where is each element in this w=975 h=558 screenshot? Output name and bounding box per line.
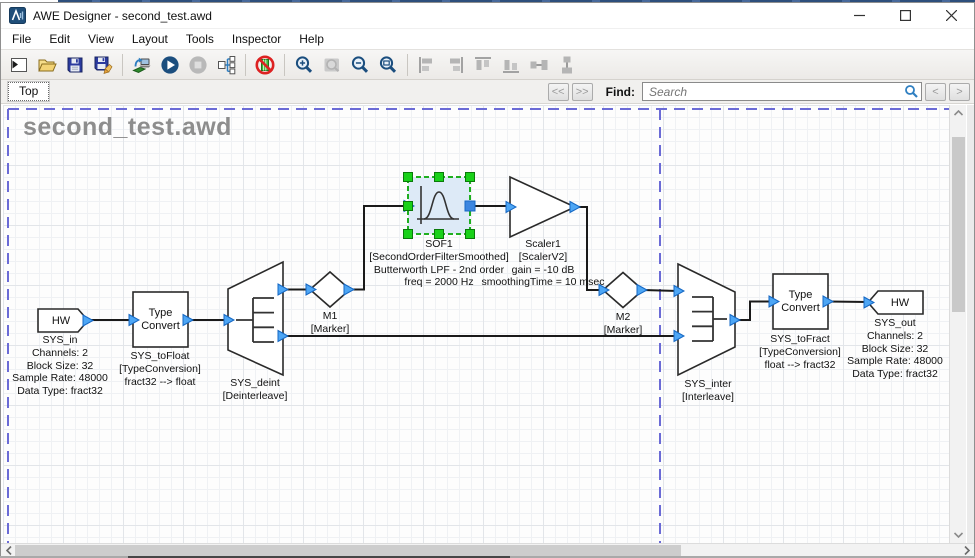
output-pin[interactable] [637, 285, 647, 296]
save-as-button[interactable] [89, 52, 117, 78]
screen: AWE Designer - second_test.awd File Edit… [0, 0, 975, 558]
block-shape-label: Convert [141, 320, 180, 332]
find-prev-button[interactable]: < [925, 83, 946, 101]
block-scaler1[interactable] [506, 177, 580, 237]
zoom-in-button[interactable] [290, 52, 318, 78]
wire[interactable] [735, 302, 773, 321]
app-icon [9, 7, 26, 24]
horizontal-scroll-thumb[interactable] [15, 545, 681, 556]
menu-tools[interactable]: Tools [177, 30, 223, 48]
new-file-button[interactable] [5, 52, 33, 78]
find-next-all-button[interactable]: >> [572, 83, 593, 101]
wire[interactable] [643, 290, 678, 291]
block-shape-label: Type [149, 307, 173, 319]
zoom-region-button[interactable] [374, 52, 402, 78]
canvas-area: second_test.awd [1, 105, 974, 543]
menu-layout[interactable]: Layout [123, 30, 177, 48]
block-sys-out[interactable]: HW [864, 291, 923, 314]
caption-sys-inter: SYS_inter[Interleave] [613, 378, 803, 404]
hierarchy-view-button[interactable] [212, 52, 240, 78]
toolbar-separator [284, 54, 285, 76]
caption-m1: M1[Marker] [235, 310, 425, 336]
align-top-button[interactable] [469, 52, 497, 78]
horizontal-scrollbar[interactable] [1, 543, 974, 556]
open-file-button[interactable] [33, 52, 61, 78]
maximize-button[interactable] [882, 3, 928, 28]
caption-sys-out: SYS_outChannels: 2Block Size: 32Sample R… [800, 317, 949, 381]
tab-bar: Top << >> Find: < > [1, 80, 974, 104]
caption-sys-deint: SYS_deint[Deinterleave] [160, 377, 350, 403]
wire[interactable] [828, 302, 868, 303]
menu-bar: File Edit View Layout Tools Inspector He… [1, 29, 974, 49]
find-label: Find: [606, 85, 635, 99]
menu-help[interactable]: Help [290, 30, 333, 48]
design-canvas[interactable]: second_test.awd [3, 105, 949, 543]
toolbar-separator [122, 54, 123, 76]
find-search-input[interactable] [642, 82, 922, 101]
title-bar[interactable]: AWE Designer - second_test.awd [1, 3, 974, 29]
find-prev-all-button[interactable]: << [548, 83, 569, 101]
block-shape-label: Convert [781, 302, 820, 314]
window-title: AWE Designer - second_test.awd [33, 9, 212, 23]
block-shape-label: HW [891, 297, 910, 309]
output-pin[interactable] [570, 202, 580, 213]
align-bottom-button[interactable] [497, 52, 525, 78]
find-next-button[interactable]: > [949, 83, 970, 101]
menu-edit[interactable]: Edit [40, 30, 79, 48]
vertical-scroll-thumb[interactable] [952, 137, 965, 312]
scroll-down-icon[interactable] [950, 527, 967, 543]
output-pin[interactable] [83, 315, 93, 326]
menu-inspector[interactable]: Inspector [223, 30, 290, 48]
block-sof1[interactable] [404, 173, 476, 239]
connect-horizontal-button[interactable] [525, 52, 553, 78]
minimize-button[interactable] [836, 3, 882, 28]
connect-to-target-button[interactable] [128, 52, 156, 78]
zoom-normal-button[interactable] [318, 52, 346, 78]
menu-view[interactable]: View [79, 30, 123, 48]
output-pin[interactable] [465, 201, 475, 211]
align-right-button[interactable] [441, 52, 469, 78]
tab-top[interactable]: Top [8, 82, 49, 101]
caption-m2: M2[Marker] [528, 311, 718, 337]
scroll-up-icon[interactable] [950, 105, 967, 121]
toolbar-separator [245, 54, 246, 76]
zoom-out-button[interactable] [346, 52, 374, 78]
toolbar [1, 49, 974, 80]
caption-scaler1: Scaler1[ScalerV2]gain = -10 dBsmoothingT… [448, 238, 638, 289]
awe-designer-window: AWE Designer - second_test.awd File Edit… [0, 2, 975, 556]
align-left-button[interactable] [413, 52, 441, 78]
save-button[interactable] [61, 52, 89, 78]
stop-button[interactable] [184, 52, 212, 78]
menu-file[interactable]: File [3, 30, 40, 48]
block-sys-in[interactable]: HW [38, 309, 93, 332]
block-shape-label: Type [789, 289, 813, 301]
close-button[interactable] [928, 3, 974, 28]
search-icon[interactable] [904, 84, 919, 99]
run-button[interactable] [156, 52, 184, 78]
block-shape-label: HW [52, 315, 71, 327]
window-right-edge [967, 105, 974, 543]
vertical-scrollbar[interactable] [949, 105, 966, 543]
connect-vertical-button[interactable] [553, 52, 581, 78]
toolbar-separator [407, 54, 408, 76]
disable-inspectors-button[interactable] [251, 52, 279, 78]
